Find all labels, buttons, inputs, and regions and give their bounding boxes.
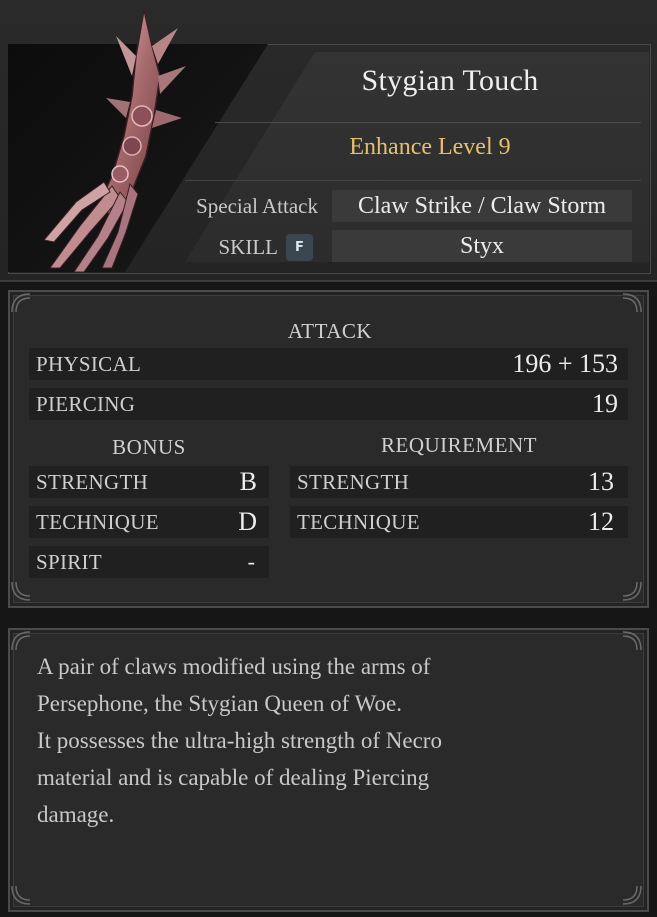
attack-heading: ATTACK bbox=[287, 319, 373, 343]
stat-value: - bbox=[247, 549, 255, 574]
ornate-corner-icon bbox=[11, 631, 31, 651]
stat-label: TECHNIQUE bbox=[297, 510, 420, 534]
attack-row-piercing: PIERCING 19 bbox=[29, 388, 628, 420]
description-line: material and is capable of dealing Pierc… bbox=[37, 765, 430, 790]
divider bbox=[185, 180, 641, 181]
bonus-heading: BONUS bbox=[112, 435, 186, 459]
bonus-row-technique: TECHNIQUE D bbox=[29, 506, 269, 538]
stat-value: 13 bbox=[588, 467, 614, 496]
ornate-corner-icon bbox=[11, 885, 31, 905]
stat-label: SPIRIT bbox=[36, 550, 102, 574]
special-attack-label: Special Attack bbox=[196, 194, 318, 218]
ornate-corner-icon bbox=[622, 293, 642, 313]
description-line: Persephone, the Stygian Queen of Woe. bbox=[37, 691, 403, 716]
attack-row-physical: PHYSICAL 196 + 153 bbox=[29, 348, 628, 380]
stat-value: 19 bbox=[592, 389, 618, 418]
item-description: A pair of claws modified using the arms … bbox=[37, 648, 597, 833]
special-attack-value: Claw Strike / Claw Storm bbox=[332, 190, 632, 222]
stat-label: PHYSICAL bbox=[36, 352, 142, 376]
f-key-icon: F bbox=[286, 234, 313, 261]
bonus-row-strength: STRENGTH B bbox=[29, 466, 269, 498]
description-line: A pair of claws modified using the arms … bbox=[37, 654, 431, 679]
skill-label: SKILL bbox=[218, 235, 279, 259]
bonus-row-spirit: SPIRIT - bbox=[29, 546, 269, 578]
requirement-row-technique: TECHNIQUE 12 bbox=[290, 506, 628, 538]
stat-label: STRENGTH bbox=[36, 470, 149, 494]
divider bbox=[215, 122, 641, 123]
stat-value: B bbox=[239, 467, 257, 496]
ornate-corner-icon bbox=[622, 581, 642, 601]
ornate-corner-icon bbox=[622, 631, 642, 651]
description-line: damage. bbox=[37, 802, 115, 827]
skill-value: Styx bbox=[332, 230, 632, 262]
requirement-row-strength: STRENGTH 13 bbox=[290, 466, 628, 498]
stat-label: STRENGTH bbox=[297, 470, 410, 494]
item-name: Stygian Touch bbox=[361, 64, 539, 97]
requirement-heading: REQUIREMENT bbox=[381, 433, 537, 457]
stat-label: PIERCING bbox=[36, 392, 136, 416]
stat-value: D bbox=[238, 507, 257, 536]
stat-value: 196 + 153 bbox=[512, 349, 618, 378]
ornate-corner-icon bbox=[622, 885, 642, 905]
stat-value: 12 bbox=[588, 507, 614, 536]
ornate-corner-icon bbox=[11, 293, 31, 313]
description-line: It possesses the ultra-high strength of … bbox=[37, 728, 442, 753]
enhance-level: Enhance Level 9 bbox=[349, 134, 511, 160]
ornate-corner-icon bbox=[11, 581, 31, 601]
stat-label: TECHNIQUE bbox=[36, 510, 159, 534]
